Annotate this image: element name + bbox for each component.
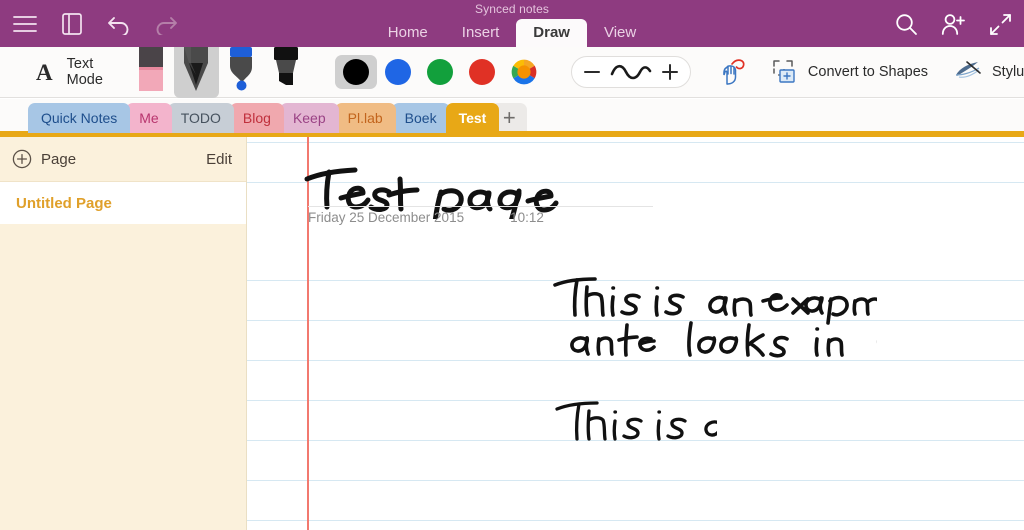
color-black[interactable]: [334, 55, 377, 89]
draw-toolbar: A Text Mode Convert to Shapes Stylu: [0, 46, 1024, 98]
add-page-button[interactable]: Page: [12, 149, 76, 169]
rainbow-ring-icon: [511, 59, 537, 85]
page-list-header: Page Edit: [0, 137, 246, 182]
color-swatch-green: [426, 59, 453, 85]
share-person-add-icon[interactable]: [939, 10, 967, 38]
expand-fullscreen-icon[interactable]: [986, 10, 1014, 38]
section-tab-keep[interactable]: Keep: [279, 103, 339, 133]
convert-to-shapes-button[interactable]: Convert to Shapes: [771, 58, 928, 86]
ink-strokes-paragraph-2: [555, 401, 1024, 459]
section-tab-boek[interactable]: Boek: [391, 103, 450, 133]
blue-pen-tool[interactable]: [219, 46, 264, 98]
title-bar: Synced notes Home Insert Draw View: [0, 0, 1024, 48]
plus-icon[interactable]: [661, 64, 678, 80]
edit-pages-button[interactable]: Edit: [206, 151, 232, 168]
section-tab-blog[interactable]: Blog: [229, 103, 284, 133]
highlighter-tool[interactable]: [264, 46, 309, 98]
convert-to-shapes-label: Convert to Shapes: [807, 64, 929, 80]
ink-strokes-paragraph-1: [553, 277, 1024, 358]
pen-tool[interactable]: [173, 46, 219, 98]
color-red[interactable]: [461, 55, 503, 89]
wave-stroke-icon: [610, 64, 652, 80]
tab-draw[interactable]: Draw: [516, 19, 587, 48]
eraser-tool[interactable]: [129, 46, 174, 98]
convert-to-shapes-icon: [773, 60, 795, 83]
onenote-window: Synced notes Home Insert Draw View A Tex…: [0, 0, 1024, 530]
list-item[interactable]: Untitled Page: [0, 182, 246, 224]
color-blue[interactable]: [377, 55, 419, 89]
color-swatch-red: [468, 59, 495, 85]
ink-color-group: [334, 55, 545, 89]
ink-paragraph-1[interactable]: This is an example of how a handwritten …: [257, 277, 1024, 377]
note-canvas[interactable]: Test page: [247, 137, 1024, 530]
section-tab-todo[interactable]: TODO: [167, 103, 234, 133]
color-picker-rainbow[interactable]: [503, 55, 545, 89]
ink-paragraph-2[interactable]: This is a slightly thinner pen: [257, 399, 1024, 464]
section-tab-me[interactable]: Me: [126, 103, 172, 133]
page-list: Untitled Page: [0, 182, 246, 224]
page-list-sidebar: Page Edit Untitled Page: [0, 137, 247, 530]
stylus-icon: [956, 61, 981, 78]
color-swatch-black: [342, 59, 369, 85]
ribbon-tab-strip: Home Insert Draw View: [0, 19, 1024, 48]
tab-home[interactable]: Home: [371, 19, 445, 48]
lasso-select-icon: [723, 59, 745, 85]
tab-insert[interactable]: Insert: [445, 19, 517, 48]
stroke-thickness-control[interactable]: [570, 56, 691, 88]
section-tabs: Quick Notes Me TODO Blog Keep Pl.lab Boe…: [28, 103, 528, 133]
add-page-label: Page: [41, 150, 77, 168]
color-green[interactable]: [419, 55, 461, 89]
lasso-select-button[interactable]: [719, 57, 749, 87]
page-timestamp: Friday 25 December 2015 10:12: [308, 210, 544, 225]
stylus-label: Stylus: [992, 64, 1024, 80]
pen-tool-group: [129, 46, 309, 98]
title-bar-right-icons: [892, 10, 1014, 38]
plus-circle-icon: [12, 149, 32, 169]
section-tab-bar: Quick Notes Me TODO Blog Keep Pl.lab Boe…: [0, 99, 1024, 137]
section-tab-pl-lab[interactable]: Pl.lab: [334, 103, 396, 133]
page-time: 10:12: [510, 210, 544, 225]
section-tab-quick-notes[interactable]: Quick Notes: [28, 103, 131, 133]
stylus-button[interactable]: Stylus: [953, 59, 1024, 85]
section-tab-test[interactable]: Test: [445, 103, 500, 133]
color-swatch-blue: [384, 59, 411, 85]
text-mode-button[interactable]: Text Mode: [67, 56, 103, 88]
page-title-underline: [308, 206, 653, 207]
minus-icon[interactable]: [583, 70, 600, 74]
page-title[interactable]: Test page: [297, 157, 643, 219]
letter-a-icon[interactable]: A: [36, 61, 53, 84]
tab-view[interactable]: View: [587, 19, 653, 48]
page-date: Friday 25 December 2015: [308, 210, 465, 225]
search-icon[interactable]: [892, 10, 920, 38]
